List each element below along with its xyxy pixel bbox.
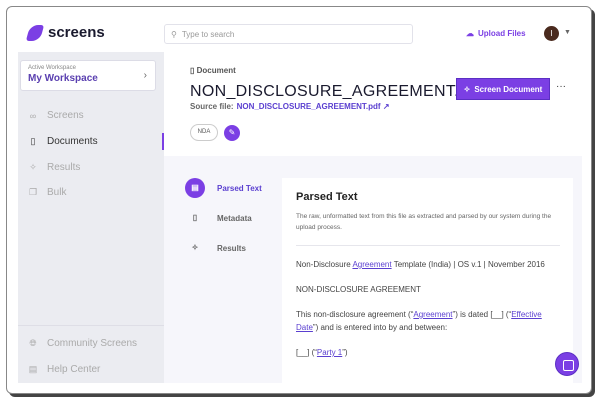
tag-badge[interactable]: NDA: [190, 124, 218, 141]
sparkle-icon: ✧: [463, 84, 471, 94]
chat-button[interactable]: [555, 352, 579, 376]
parsed-text-panel: Parsed Text The raw, unformatted text fr…: [282, 178, 573, 383]
divider: [296, 245, 560, 246]
chevron-right-icon: ›: [143, 70, 147, 81]
document-icon: ▯: [190, 66, 197, 75]
breadcrumb: ▯ Document: [190, 66, 236, 75]
sidebar-item-screens[interactable]: ∞ Screens: [28, 110, 84, 121]
search-icon: ⚲: [171, 29, 177, 39]
sparkle-icon: ✧: [191, 243, 199, 252]
workspace-switcher[interactable]: Active Workspace My Workspace ›: [20, 60, 156, 91]
upload-files-button[interactable]: ☁ Upload Files: [466, 29, 526, 38]
parsed-text: Non-Disclosure Agreement Template (India…: [296, 260, 545, 357]
tab-metadata[interactable]: ▯ Metadata: [185, 208, 252, 228]
source-file: Source file: NON_DISCLOSURE_AGREEMENT.pdf…: [190, 102, 390, 111]
more-options-button[interactable]: ···: [556, 81, 566, 92]
sidebar-item-help-center[interactable]: ▤ Help Center: [28, 364, 101, 375]
sidebar-item-documents[interactable]: ▯ Documents: [28, 136, 98, 147]
sidebar-item-bulk[interactable]: ❐ Bulk: [28, 187, 67, 198]
sparkle-icon: ✧: [29, 162, 37, 172]
sidebar: Active Workspace My Workspace › ∞ Screens…: [18, 52, 164, 383]
edit-tags-button[interactable]: ✎: [224, 125, 240, 141]
logo-icon: [25, 24, 45, 41]
chevron-down-icon[interactable]: ▼: [564, 29, 571, 36]
brand-logo[interactable]: screens: [25, 24, 105, 41]
term-link[interactable]: Agreement: [352, 260, 391, 269]
text-icon: ▤: [185, 178, 205, 198]
term-link[interactable]: Party 1: [317, 348, 342, 357]
term-link[interactable]: Agreement: [413, 310, 452, 319]
page-title: NON_DISCLOSURE_AGREEMENT...: [190, 83, 469, 100]
edit-icon: ✎: [228, 128, 236, 137]
globe-icon: 🌐︎: [29, 338, 37, 348]
tab-parsed-text[interactable]: ▤ Parsed Text: [185, 178, 262, 198]
source-file-link[interactable]: NON_DISCLOSURE_AGREEMENT.pdf: [237, 102, 381, 111]
copy-icon: ❐: [28, 187, 38, 197]
book-icon: ▤: [28, 364, 38, 374]
divider: [18, 325, 164, 326]
screen-document-button[interactable]: ✧ Screen Document: [456, 78, 550, 100]
screens-icon: ∞: [29, 110, 37, 121]
document-icon: ▯: [30, 136, 36, 146]
sidebar-item-results[interactable]: ✧ Results: [28, 162, 80, 173]
file-icon: ▯: [192, 213, 198, 222]
external-link-icon[interactable]: ↗: [383, 102, 390, 111]
cloud-upload-icon: ☁: [466, 29, 474, 38]
avatar[interactable]: I: [544, 26, 559, 41]
tab-results[interactable]: ✧ Results: [185, 238, 246, 258]
sidebar-item-community-screens[interactable]: 🌐︎ Community Screens: [28, 338, 137, 349]
search-input[interactable]: ⚲ Type to search: [164, 24, 413, 44]
